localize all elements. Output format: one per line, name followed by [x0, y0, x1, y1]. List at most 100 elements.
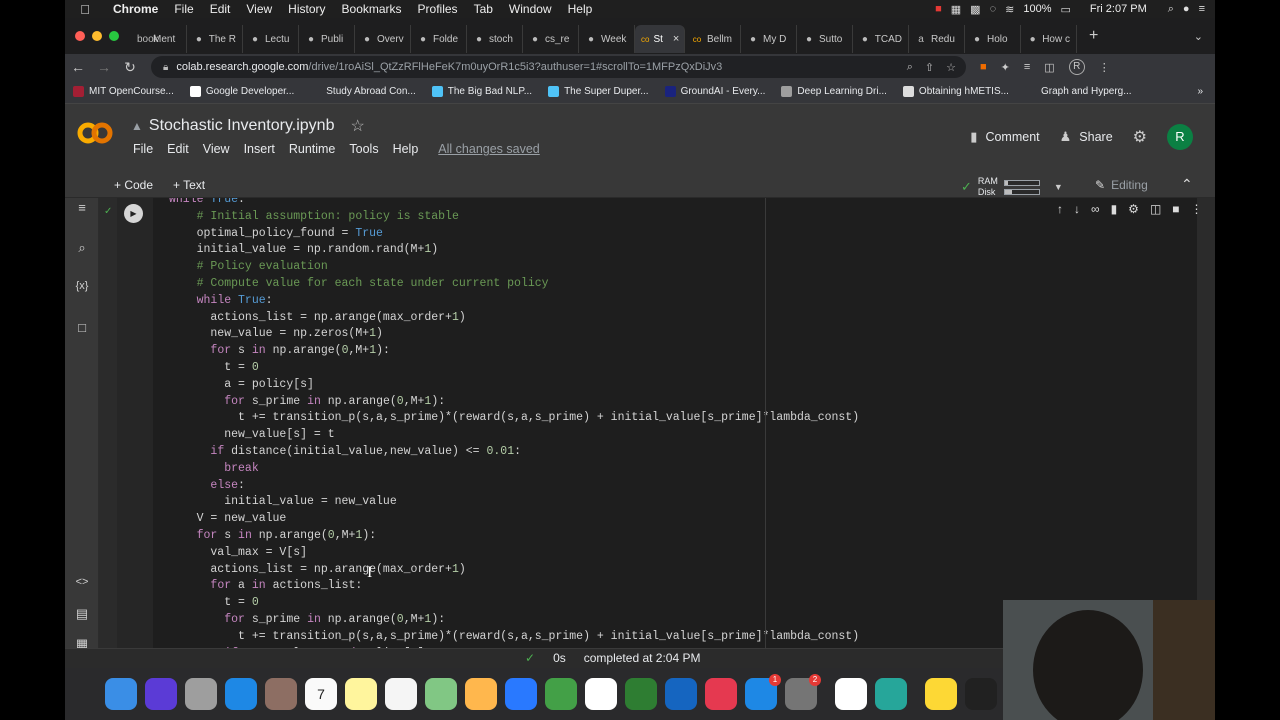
code-line[interactable]: else:	[169, 478, 245, 494]
move-up-icon[interactable]: ↑	[1057, 202, 1063, 216]
search-icon[interactable]: ⌕	[65, 240, 99, 256]
notes-icon[interactable]	[345, 678, 377, 710]
code-line[interactable]: new_value[s] = t	[169, 427, 334, 443]
tab-9[interactable]: co St ×	[635, 25, 685, 53]
code-line[interactable]: t = 0	[169, 595, 259, 611]
code-snippets-icon[interactable]: <>	[65, 576, 99, 588]
record-icon[interactable]: ■	[935, 3, 942, 15]
code-line[interactable]: while True:	[169, 198, 245, 208]
table-of-contents-icon[interactable]: ≡	[65, 200, 99, 215]
command-palette-icon[interactable]: ▤	[65, 606, 99, 622]
link-icon[interactable]: ∞	[1091, 202, 1100, 216]
bookmark-item[interactable]: GroundAI - Every...	[657, 86, 774, 97]
atom-icon[interactable]	[875, 678, 907, 710]
more-bookmarks-icon[interactable]: »	[1197, 86, 1215, 97]
colab-menu-insert[interactable]: Insert	[237, 142, 282, 156]
menu-item-help[interactable]: Help	[560, 2, 601, 16]
code-cell[interactable]: ✓ ▶ while True: # Initial assumption: po…	[104, 198, 1203, 648]
tab-2[interactable]: ● Lectu	[243, 25, 299, 53]
safari-icon[interactable]	[225, 678, 257, 710]
tab-16[interactable]: ● How c	[1021, 25, 1077, 53]
clock[interactable]: Fri 2:07 PM	[1090, 3, 1147, 15]
move-down-icon[interactable]: ↓	[1074, 202, 1080, 216]
keynote-icon[interactable]	[665, 678, 697, 710]
code-line[interactable]: break	[169, 461, 259, 477]
tab-15[interactable]: ● Holo	[965, 25, 1021, 53]
chrome-menu-icon[interactable]: ⋮	[1099, 61, 1110, 74]
status-text[interactable]: completed at 2:04 PM	[584, 651, 701, 665]
wifi-icon[interactable]: ≋	[1005, 3, 1014, 16]
bookmark-star-icon[interactable]: ☆	[946, 61, 956, 74]
colab-menu-help[interactable]: Help	[386, 142, 426, 156]
bookmark-item[interactable]: Google Developer...	[182, 86, 302, 97]
numbers-icon[interactable]	[625, 678, 657, 710]
tab-6[interactable]: ● stoch	[467, 25, 523, 53]
code-line[interactable]: # Initial assumption: policy is stable	[169, 209, 459, 225]
reading-list-icon[interactable]: ≡	[1024, 61, 1030, 73]
spotlight-icon[interactable]: ⌕	[1168, 3, 1174, 16]
editing-mode-button[interactable]: ✎ Editing	[1095, 178, 1148, 192]
tab-11[interactable]: ● My D	[741, 25, 797, 53]
code-line[interactable]: V = new_value	[169, 511, 287, 527]
messages-icon[interactable]	[505, 678, 537, 710]
url-field[interactable]: 🔒︎ colab.research.google.com/drive/1roAi…	[151, 56, 966, 78]
maps-icon[interactable]	[425, 678, 457, 710]
calendar-icon[interactable]: 7	[305, 678, 337, 710]
code-line[interactable]: initial_value = new_value	[169, 494, 397, 510]
code-line[interactable]: initial_value = np.random.rand(M+1)	[169, 242, 439, 258]
notes-book-icon[interactable]	[265, 678, 297, 710]
colab-logo-icon[interactable]	[77, 118, 113, 148]
star-icon[interactable]: ☆	[350, 116, 364, 136]
resources-dropdown-icon[interactable]: ▼	[1054, 182, 1063, 192]
code-line[interactable]: t += transition_p(s,a,s_prime)*(reward(s…	[169, 410, 859, 426]
mirror-cell-icon[interactable]: ◫	[1150, 202, 1161, 216]
grid-icon[interactable]: ▦	[951, 3, 961, 16]
user-icon[interactable]: ●	[1183, 3, 1190, 15]
music-icon[interactable]	[705, 678, 737, 710]
settings-gear-icon[interactable]: ⚙	[1133, 127, 1147, 147]
reload-icon[interactable]: ↻	[117, 59, 143, 76]
cell-settings-icon[interactable]: ⚙	[1128, 202, 1139, 216]
menu-item-edit[interactable]: Edit	[202, 2, 239, 16]
bookmark-item[interactable]: The Super Duper...	[540, 86, 657, 97]
add-text-button[interactable]: + Text	[173, 178, 205, 192]
dnd-icon[interactable]: ◌	[990, 3, 997, 15]
zoom-window-icon[interactable]	[109, 31, 119, 41]
minimize-window-icon[interactable]	[92, 31, 102, 41]
save-status-link[interactable]: All changes saved	[431, 142, 546, 156]
tab-7[interactable]: ● cs_re	[523, 25, 579, 53]
close-window-icon[interactable]	[75, 31, 85, 41]
code-line[interactable]: t += transition_p(s,a,s_prime)*(reward(s…	[169, 629, 859, 645]
extension-icon[interactable]: ■	[980, 61, 987, 73]
code-line[interactable]: for s_prime in np.arange(0,M+1):	[169, 394, 445, 410]
keyboard-icon[interactable]: ▩	[970, 3, 980, 16]
zoom-icon[interactable]: ⌕	[907, 61, 913, 74]
facetime-icon[interactable]	[545, 678, 577, 710]
bookmark-item[interactable]: Obtaining hMETIS...	[895, 86, 1017, 97]
forward-icon[interactable]: →	[91, 59, 117, 75]
menu-item-profiles[interactable]: Profiles	[410, 2, 466, 16]
system-prefs-icon[interactable]: 2	[785, 674, 821, 710]
run-cell-button[interactable]: ▶	[124, 204, 143, 223]
user-avatar[interactable]: R	[1167, 124, 1193, 150]
siri-icon[interactable]	[145, 678, 177, 710]
bookmark-item[interactable]: Deep Learning Dri...	[773, 86, 895, 97]
app-store-icon[interactable]: 1	[745, 674, 781, 710]
code-line[interactable]: for s in np.arange(0,M+1):	[169, 343, 390, 359]
apple-icon[interactable]: 	[65, 2, 105, 17]
add-code-button[interactable]: + Code	[114, 178, 153, 192]
code-line[interactable]: actions_list = np.arange(max_order+1)	[169, 562, 465, 578]
launchpad-icon[interactable]	[185, 678, 217, 710]
code-line[interactable]: t = 0	[169, 360, 259, 376]
photos-icon[interactable]	[465, 678, 497, 710]
code-line[interactable]: for a in actions_list:	[169, 578, 362, 594]
variables-icon[interactable]: {x}	[65, 280, 99, 292]
reminders-icon[interactable]	[385, 678, 417, 710]
freeform-icon[interactable]	[585, 678, 617, 710]
collapse-header-icon[interactable]: ⌃	[1181, 176, 1193, 193]
bookmark-item[interactable]: Study Abroad Con...	[302, 86, 424, 97]
comment-button[interactable]: ▮ Comment	[970, 129, 1039, 145]
menu-item-view[interactable]: View	[238, 2, 280, 16]
menu-item-bookmarks[interactable]: Bookmarks	[334, 2, 410, 16]
finder-icon[interactable]	[105, 678, 137, 710]
